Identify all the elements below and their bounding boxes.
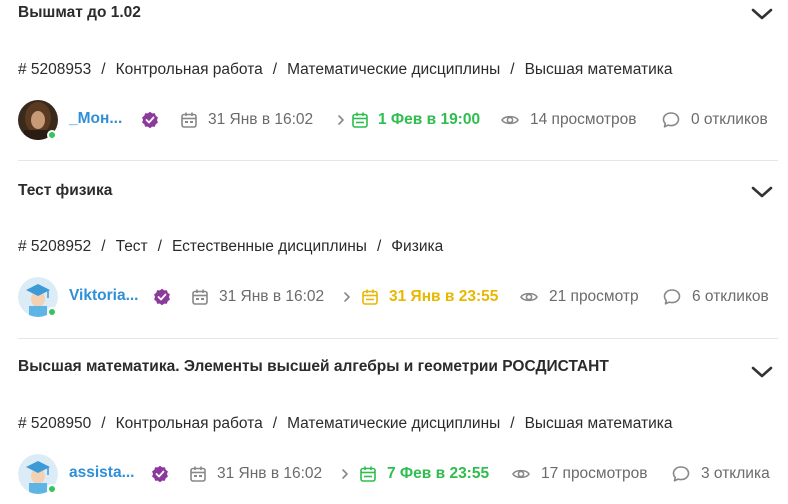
breadcrumb-separator: / [510,415,515,432]
views-count: 14 просмотров [530,111,637,128]
breadcrumb: # 5208953 / Контрольная работа / Математичес… [18,61,672,79]
created-date: 31 Янв в 16:02 [208,111,314,128]
comment-icon [662,111,680,129]
deadline-date: 7 Фев в 23:55 [387,465,490,482]
order-title-row: Вышмат до 1.02 [18,4,778,34]
breadcrumb-category[interactable]: Естественные дисциплины [172,238,367,256]
comment-icon [663,288,681,306]
verified-badge-icon [151,465,169,483]
chevron-right-icon [340,468,350,480]
order-number: # 5208950 [18,415,92,432]
breadcrumb-separator: / [157,238,162,255]
created-date: 31 Янв в 16:02 [219,288,325,305]
order-title-row: Высшая математика. Элементы высшей алгеб… [18,358,778,388]
breadcrumb-subject[interactable]: Физика [391,238,443,256]
breadcrumb: # 5208950 / Контрольная работа / Математичес… [18,415,672,433]
eye-icon [501,111,519,129]
chevron-down-icon[interactable] [750,184,774,200]
deadline-date: 31 Янв в 23:55 [389,288,499,305]
deadline-date: 1 Фев в 19:00 [378,111,481,128]
eye-icon [512,465,530,483]
eye-icon [520,288,538,306]
calendar-icon [191,288,209,306]
responses-count: 6 откликов [692,288,769,305]
breadcrumb-subject[interactable]: Высшая математика [525,61,673,79]
calendar-check-icon [351,111,369,129]
breadcrumb-separator: / [101,238,106,255]
breadcrumb-work-type[interactable]: Контрольная работа [116,61,263,79]
order-meta: assista... 31 Янв в 16:02 7 Фев в 23:55 … [18,454,780,498]
breadcrumb-separator: / [272,415,278,432]
verified-badge-icon [153,288,171,306]
breadcrumb-separator: / [376,238,382,255]
breadcrumb-work-type[interactable]: Контрольная работа [116,415,263,433]
responses-count: 3 отклика [701,465,770,482]
username[interactable]: Viktoria... [69,287,139,305]
calendar-icon [189,465,207,483]
breadcrumb-separator: / [510,61,515,78]
breadcrumb-separator: / [272,61,278,78]
order-title[interactable]: Вышмат до 1.02 [18,4,141,22]
breadcrumb-separator: / [101,61,106,78]
username[interactable]: assista... [69,464,135,482]
calendar-icon [180,111,198,129]
chevron-right-icon [342,291,352,303]
calendar-check-icon [359,465,377,483]
breadcrumb-work-type[interactable]: Тест [116,238,148,256]
online-indicator [47,484,57,494]
breadcrumb-category[interactable]: Математические дисциплины [287,61,500,79]
breadcrumb-separator: / [101,415,106,432]
order-number: # 5208952 [18,238,92,255]
order-meta: Viktoria... 31 Янв в 16:02 31 Янв в 23:5… [18,277,780,321]
breadcrumb: # 5208952 / Тест / Естественные дисциплины / Ф… [18,238,443,256]
order-title-row: Тест физика [18,182,778,212]
online-indicator [47,307,57,317]
order-meta: _Мон... 31 Янв в 16:02 1 Фев в 19:00 14 … [18,100,780,144]
created-date: 31 Янв в 16:02 [217,465,323,482]
views-count: 21 просмотр [549,288,639,305]
username[interactable]: _Мон... [69,110,122,128]
chevron-down-icon[interactable] [750,6,774,22]
responses-count: 0 откликов [691,111,768,128]
online-indicator [47,130,57,140]
divider [18,160,778,161]
calendar-check-icon [361,288,379,306]
order-number: # 5208953 [18,61,92,78]
breadcrumb-category[interactable]: Математические дисциплины [287,415,500,433]
order-title[interactable]: Высшая математика. Элементы высшей алгеб… [18,358,609,376]
divider [18,338,778,339]
chevron-right-icon [336,114,346,126]
chevron-down-icon[interactable] [750,364,774,380]
comment-icon [672,465,690,483]
verified-badge-icon [141,111,159,129]
breadcrumb-subject[interactable]: Высшая математика [525,415,673,433]
views-count: 17 просмотров [541,465,648,482]
order-title[interactable]: Тест физика [18,182,112,200]
